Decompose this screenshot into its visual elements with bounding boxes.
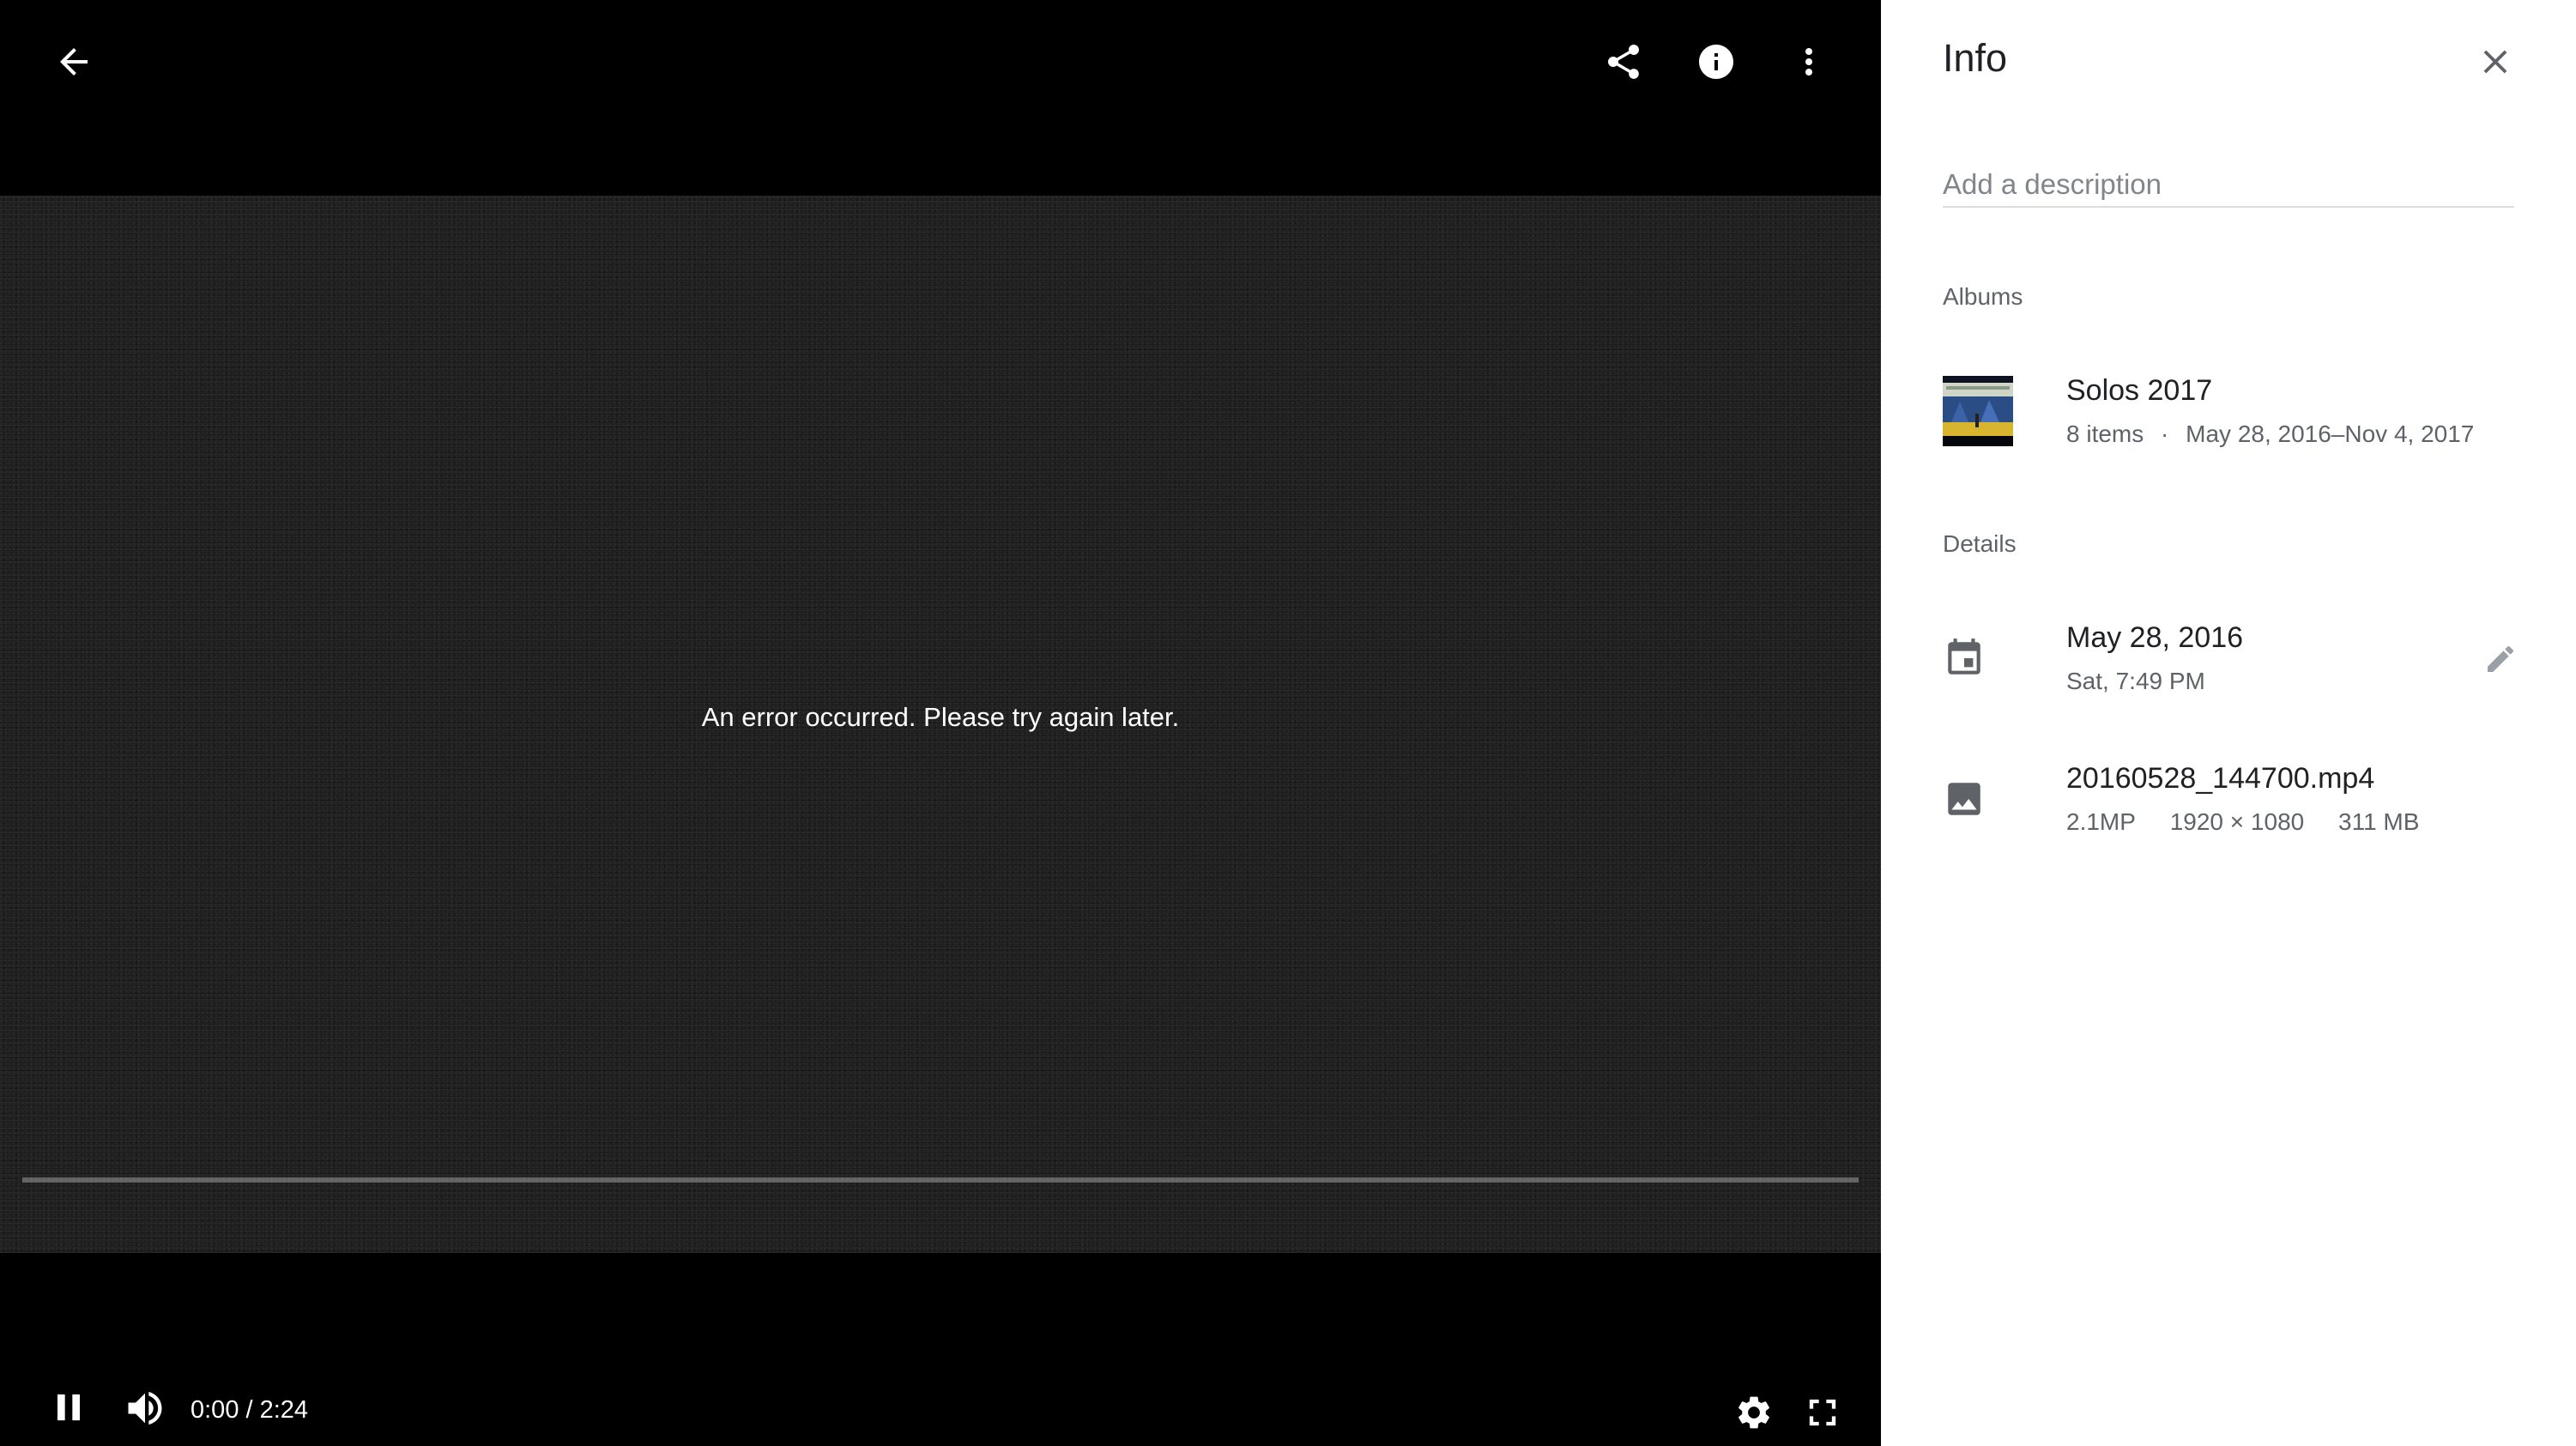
close-icon	[2483, 50, 2507, 74]
file-name: 20160528_144700.mp4	[2066, 762, 2375, 795]
image-file-icon	[1948, 783, 1980, 815]
close-button[interactable]	[2464, 31, 2526, 93]
details-section-label: Details	[1943, 530, 2017, 557]
share-button[interactable]	[1589, 27, 1658, 96]
album-item-count: 8 items	[2066, 420, 2144, 447]
calendar-event-icon	[1948, 638, 1980, 675]
settings-button[interactable]	[1730, 1389, 1778, 1437]
description-input[interactable]	[1943, 163, 2514, 208]
calendar-icon	[1943, 637, 1986, 680]
image-icon	[1943, 777, 1986, 820]
settings-gear-icon	[1738, 1396, 1769, 1429]
more-vert-icon	[1805, 48, 1812, 76]
volume-up-icon	[128, 1391, 162, 1425]
pause-button[interactable]	[45, 1383, 93, 1431]
file-resolution: 1920 × 1080	[2169, 808, 2305, 835]
volume-button[interactable]	[120, 1383, 170, 1433]
albums-section-label: Albums	[1943, 283, 2023, 310]
error-message: An error occurred. Please try again late…	[701, 702, 1180, 732]
file-size: 311 MB	[2338, 808, 2420, 835]
progress-bar[interactable]	[22, 1177, 1859, 1183]
fullscreen-icon	[1809, 1399, 1836, 1426]
share-icon	[1608, 45, 1639, 79]
pause-icon	[57, 1394, 80, 1421]
fullscreen-button[interactable]	[1799, 1389, 1847, 1437]
detail-day-time: Sat, 7:49 PM	[2066, 668, 2205, 694]
detail-date[interactable]: May 28, 2016	[2066, 621, 2243, 655]
album-thumbnail-image	[1943, 376, 2013, 446]
file-megapixels: 2.1MP	[2066, 808, 2136, 835]
edit-pencil-icon	[2488, 645, 2514, 672]
media-viewer: An error occurred. Please try again late…	[0, 0, 1881, 1446]
info-panel-title: Info	[1943, 36, 2008, 80]
time-display: 0:00 / 2:24	[190, 1396, 309, 1424]
back-button[interactable]	[39, 27, 108, 96]
album-date-range: May 28, 2016–Nov 4, 2017	[2186, 420, 2475, 447]
arrow-back-icon	[60, 48, 88, 76]
info-button[interactable]	[1682, 27, 1751, 96]
edit-date-button[interactable]	[2482, 640, 2519, 678]
album-meta: 8 items · May 28, 2016–Nov 4, 2017	[2066, 420, 2474, 448]
file-meta: 2.1MP 1920 × 1080 311 MB	[2066, 808, 2419, 836]
video-player[interactable]: An error occurred. Please try again late…	[0, 196, 1881, 1429]
album-meta-separator: ·	[2161, 420, 2169, 447]
album-name[interactable]: Solos 2017	[2066, 374, 2212, 408]
info-icon	[1699, 45, 1733, 79]
more-options-button[interactable]	[1775, 27, 1843, 96]
album-thumbnail[interactable]	[1943, 376, 2013, 446]
info-panel: Info Albums Solos 2017 8 items · May 28,…	[1881, 0, 2576, 1446]
